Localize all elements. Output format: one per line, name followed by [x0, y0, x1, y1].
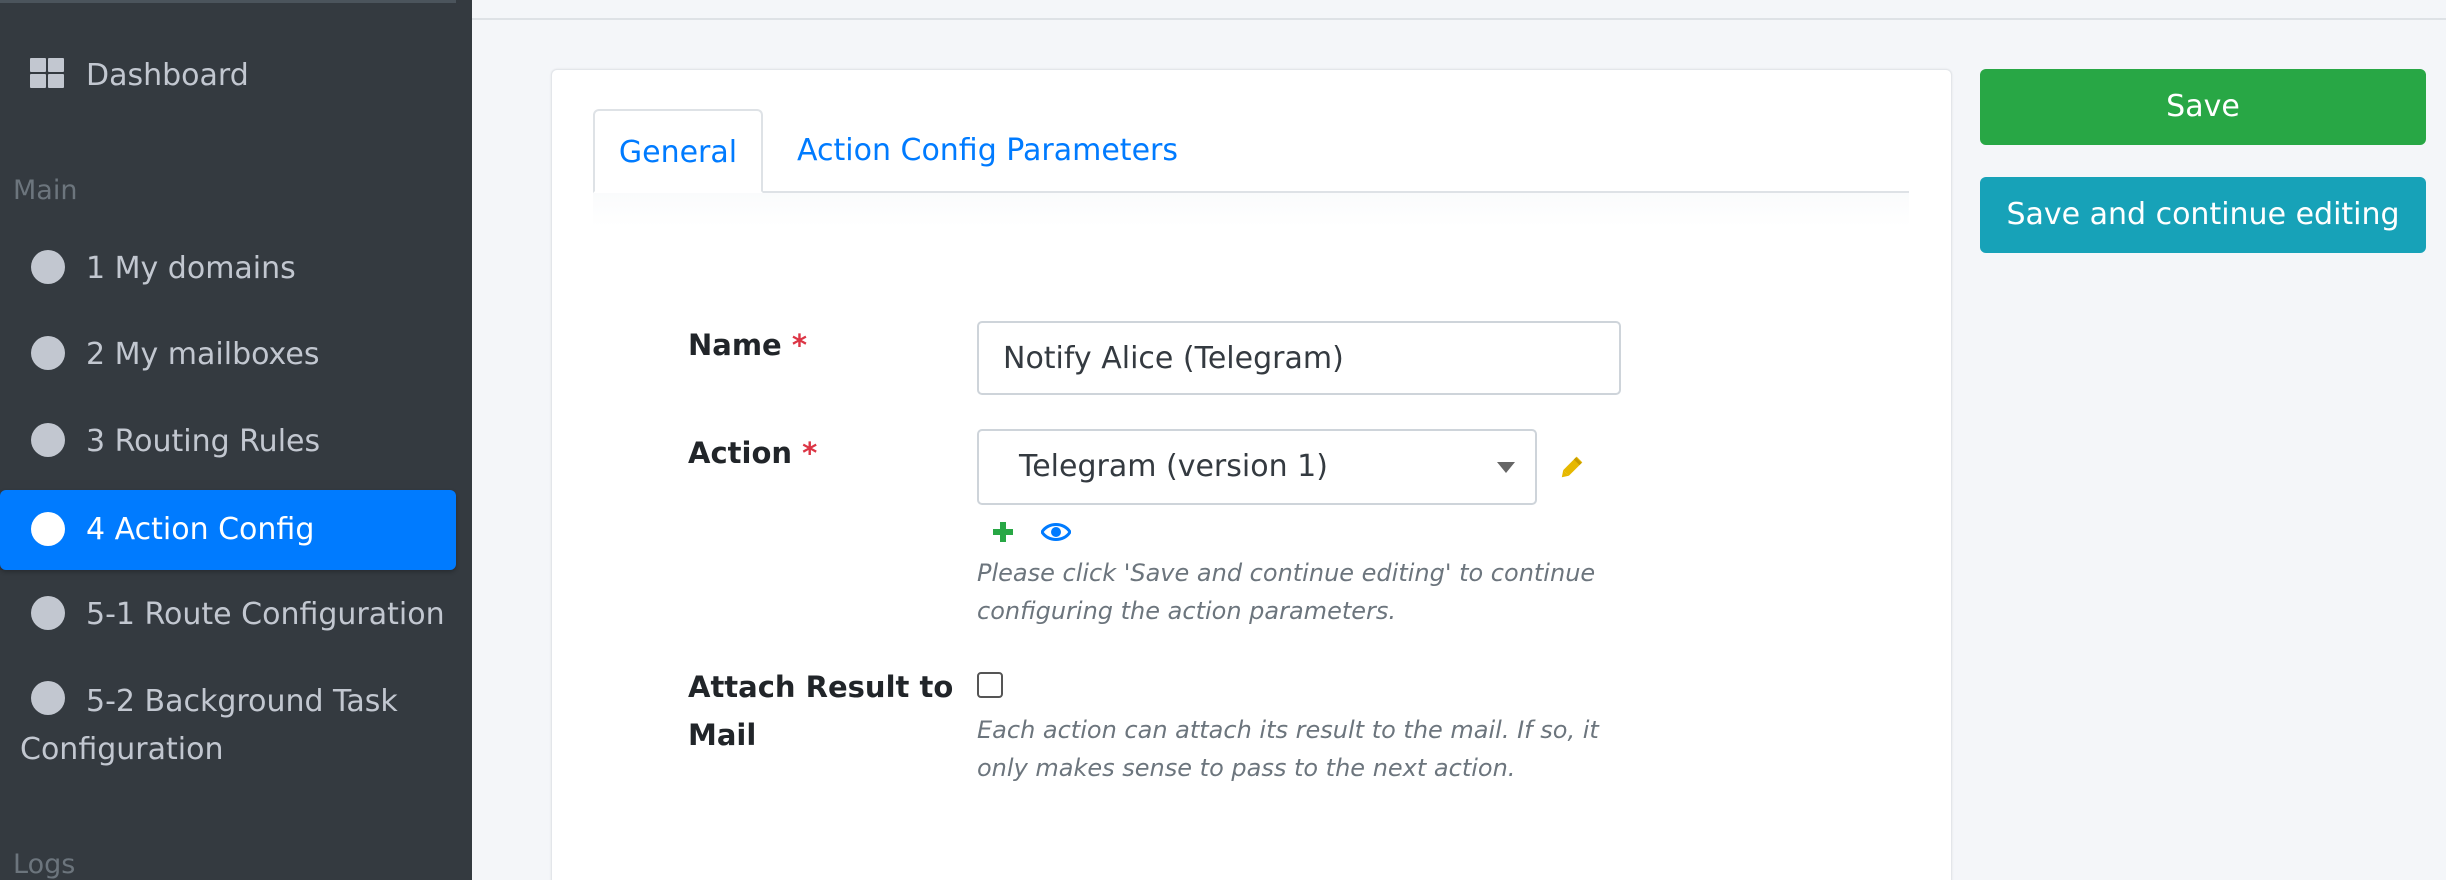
- name-input[interactable]: [977, 321, 1621, 395]
- sidebar-item-label: 5-1 Route Configuration: [86, 597, 445, 632]
- sidebar-divider: [0, 0, 456, 3]
- name-label: Name *: [688, 321, 807, 369]
- circle-icon: [31, 596, 65, 630]
- sidebar-item-label: 3 Routing Rules: [86, 424, 321, 459]
- grid-icon: [30, 58, 66, 90]
- circle-icon: [31, 681, 65, 715]
- attach-result-label-continued: Mail: [688, 718, 757, 752]
- sidebar-item-label: 2 My mailboxes: [86, 337, 320, 372]
- sidebar-section-logs: Logs: [13, 849, 76, 880]
- sidebar: Dashboard Main 1 My domains 2 My mailbox…: [0, 0, 472, 880]
- tab-action-config-parameters[interactable]: Action Config Parameters: [797, 109, 1178, 193]
- circle-icon: [31, 250, 65, 284]
- pencil-icon[interactable]: [1557, 454, 1585, 482]
- tab-pane-header: [593, 193, 1909, 227]
- action-label-text: Action: [688, 436, 793, 470]
- sidebar-item-label: 5-2 Background Task: [86, 684, 398, 719]
- sidebar-item-label: 4 Action Config: [86, 512, 315, 547]
- circle-icon: [31, 423, 65, 457]
- sidebar-item-route-configuration[interactable]: 5-1 Route Configuration: [0, 593, 456, 641]
- sidebar-item-label-continued: Configuration: [20, 732, 224, 767]
- sidebar-section-main: Main: [13, 175, 78, 206]
- sidebar-item-my-domains[interactable]: 1 My domains: [0, 247, 456, 295]
- circle-icon: [31, 512, 65, 546]
- sidebar-item-label: 1 My domains: [86, 251, 296, 286]
- sidebar-item-label: Dashboard: [86, 58, 249, 93]
- attach-help-text: Each action can attach its result to the…: [977, 716, 1599, 782]
- attach-result-label: Attach Result to: [688, 670, 954, 704]
- action-select-value: Telegram (version 1): [1019, 449, 1328, 484]
- sidebar-item-my-mailboxes[interactable]: 2 My mailboxes: [0, 333, 456, 381]
- top-navbar: [472, 0, 2446, 20]
- plus-icon[interactable]: [991, 520, 1015, 544]
- eye-icon[interactable]: [1041, 521, 1071, 543]
- action-label: Action *: [688, 429, 817, 477]
- sidebar-item-dashboard[interactable]: Dashboard: [0, 52, 456, 100]
- sidebar-item-background-task-configuration[interactable]: 5-2 Background Task Configuration: [0, 678, 456, 774]
- save-and-continue-button[interactable]: Save and continue editing: [1980, 177, 2426, 253]
- attach-result-checkbox[interactable]: [977, 672, 1003, 698]
- required-mark: *: [802, 436, 818, 470]
- action-select[interactable]: Telegram (version 1): [977, 429, 1537, 505]
- circle-icon: [31, 336, 65, 370]
- sidebar-item-routing-rules[interactable]: 3 Routing Rules: [0, 420, 456, 468]
- required-mark: *: [791, 328, 808, 362]
- name-label-text: Name: [688, 328, 782, 362]
- tab-general[interactable]: General: [593, 109, 763, 193]
- save-button[interactable]: Save: [1980, 69, 2426, 145]
- sidebar-item-action-config[interactable]: 4 Action Config: [0, 490, 456, 570]
- action-help-text: Please click 'Save and continue editing'…: [977, 559, 1596, 625]
- chevron-down-icon: [1497, 462, 1515, 473]
